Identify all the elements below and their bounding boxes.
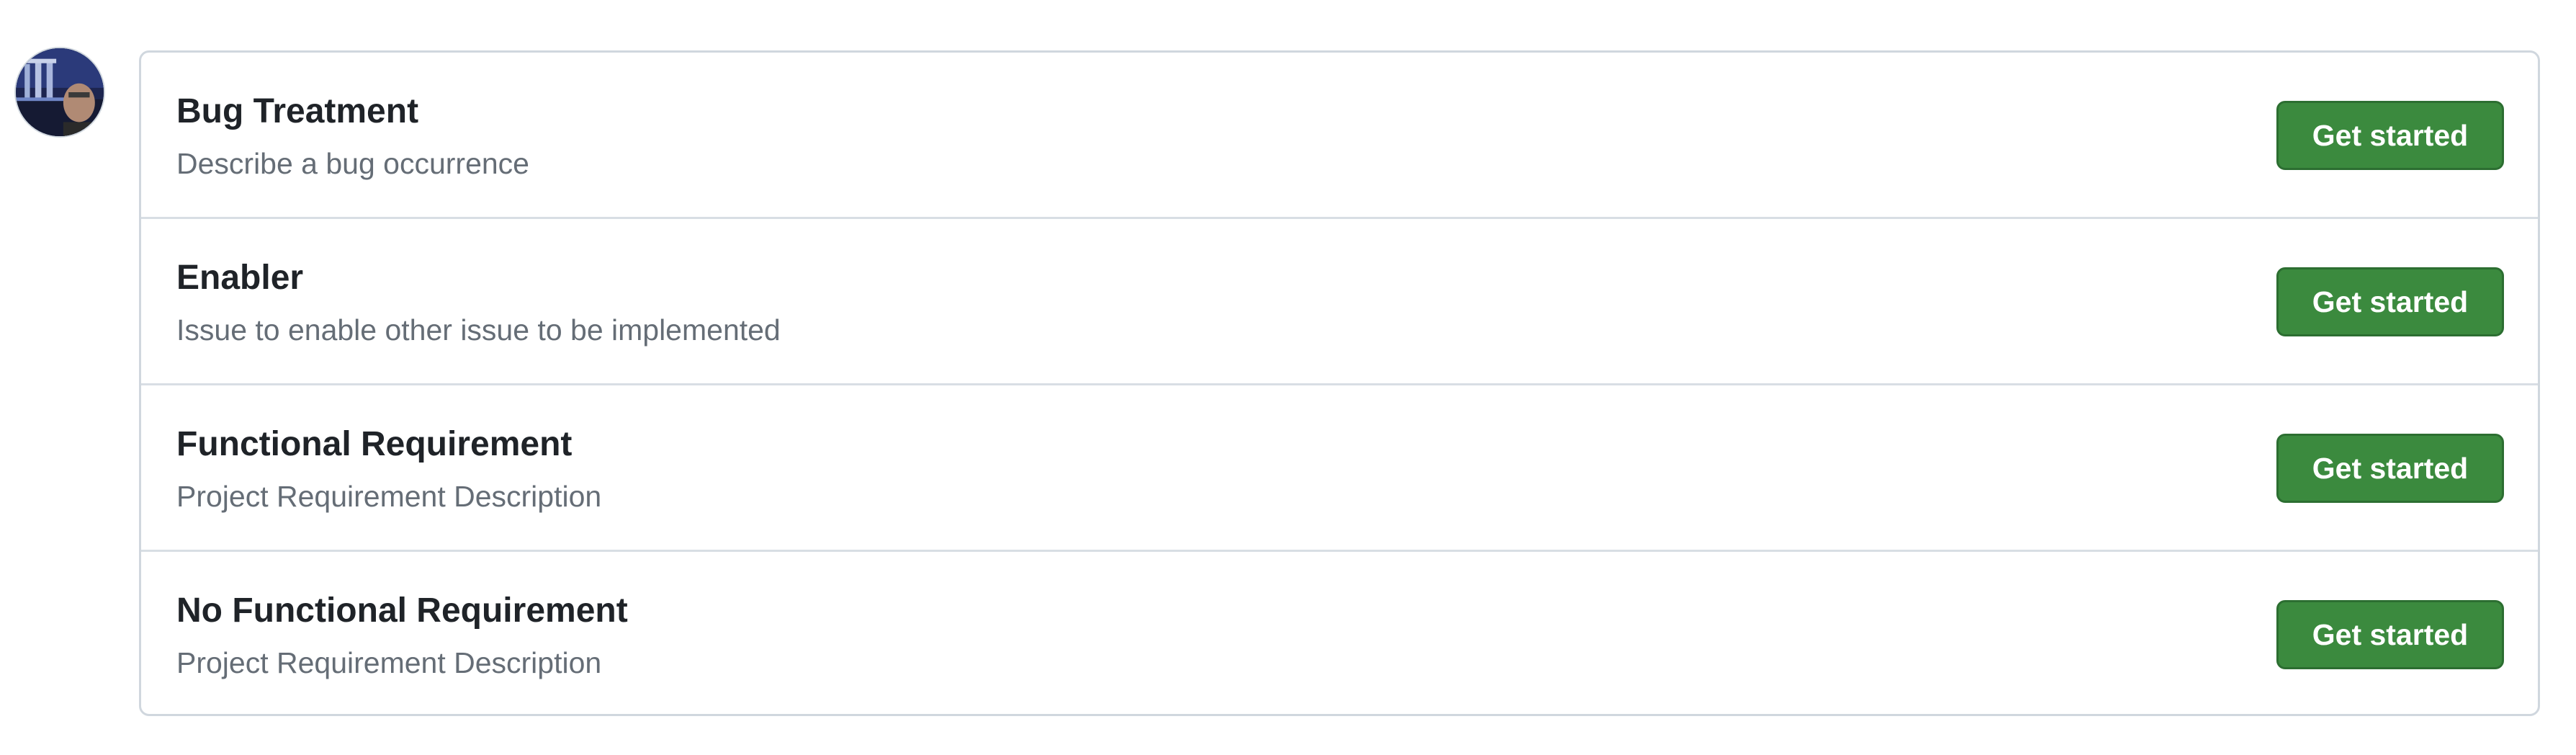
template-row-no-functional-requirement: No Functional Requirement Project Requir… <box>141 552 2538 714</box>
template-row-functional-requirement: Functional Requirement Project Requireme… <box>141 385 2538 552</box>
template-list: Bug Treatment Describe a bug occurrence … <box>139 50 2540 716</box>
get-started-button[interactable]: Get started <box>2276 267 2504 336</box>
template-description: Project Requirement Description <box>176 480 602 513</box>
template-description: Issue to enable other issue to be implem… <box>176 313 781 347</box>
template-row-bug-treatment: Bug Treatment Describe a bug occurrence … <box>141 53 2538 219</box>
template-title: No Functional Requirement <box>176 591 628 630</box>
template-description: Project Requirement Description <box>176 646 602 679</box>
template-title: Enabler <box>176 259 304 297</box>
avatar[interactable] <box>16 48 104 136</box>
template-title: Functional Requirement <box>176 425 573 463</box>
get-started-button[interactable]: Get started <box>2276 600 2504 669</box>
issue-template-chooser: Bug Treatment Describe a bug occurrence … <box>0 0 2576 755</box>
template-description: Describe a bug occurrence <box>176 147 529 180</box>
template-title: Bug Treatment <box>176 92 419 130</box>
template-row-enabler: Enabler Issue to enable other issue to b… <box>141 219 2538 385</box>
get-started-button[interactable]: Get started <box>2276 101 2504 170</box>
get-started-button[interactable]: Get started <box>2276 434 2504 503</box>
avatar-photo <box>16 48 104 136</box>
